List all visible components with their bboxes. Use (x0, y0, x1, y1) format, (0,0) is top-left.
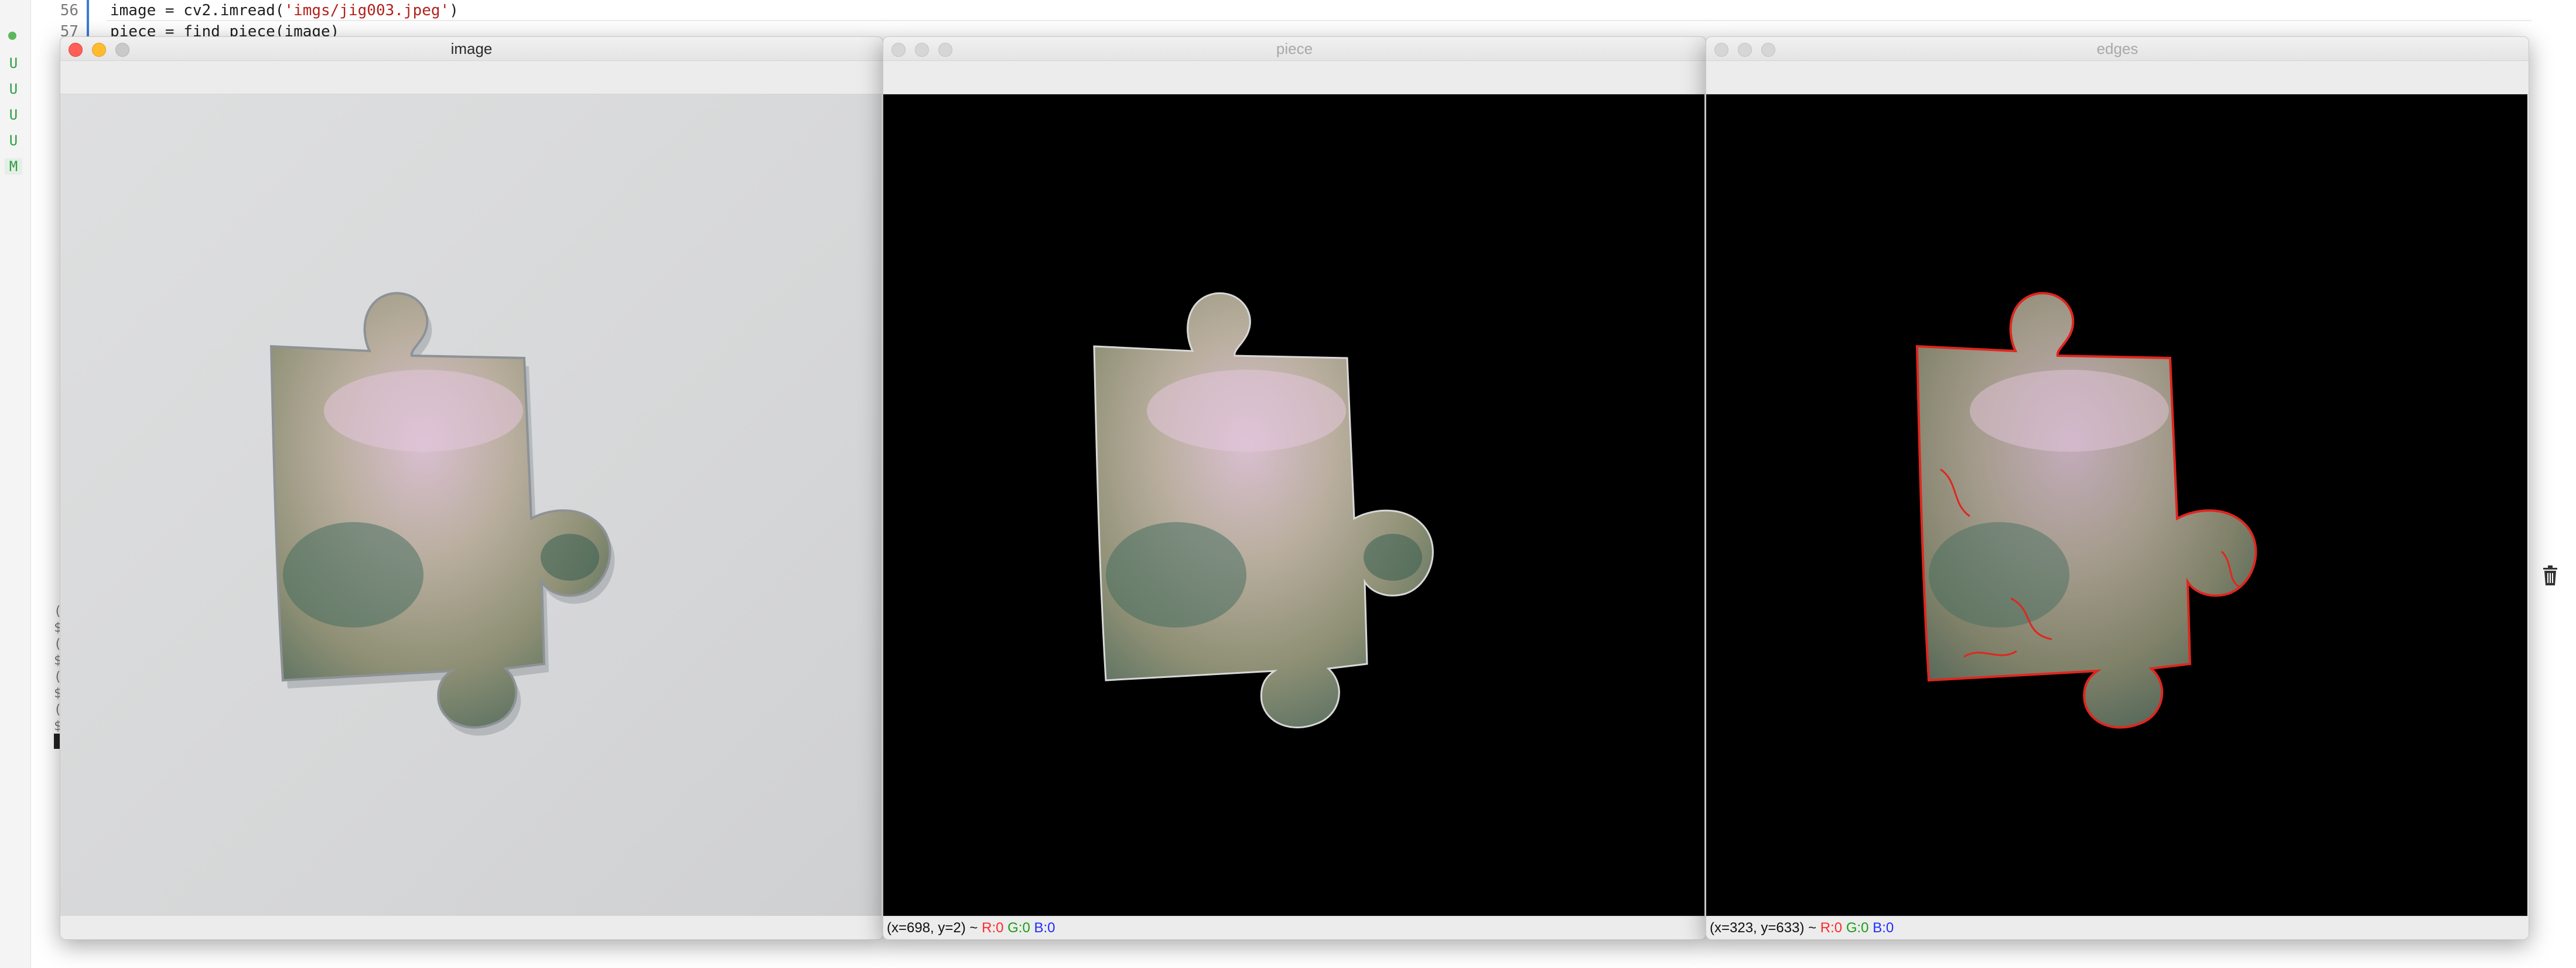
opencv-window-image[interactable]: image (60, 36, 883, 940)
window-titlebar[interactable]: image (60, 37, 883, 61)
git-status-marker: U (9, 107, 18, 123)
minimize-button[interactable] (92, 43, 106, 57)
line-divider (107, 20, 2531, 21)
window-title: image (450, 40, 493, 57)
piece-canvas[interactable] (883, 94, 1704, 916)
window-toolbar (1706, 61, 2529, 94)
code-text: image = cv2.imread( (110, 2, 285, 19)
minimize-button[interactable] (1738, 43, 1752, 57)
editor-gutter: U U U U M (0, 0, 31, 968)
pixel-red-value: R:0 (982, 920, 1004, 936)
puzzle-piece-mask (1093, 292, 1434, 728)
status-bar: (x=698, y=2) ~ R:0 G:0 B:0 (883, 916, 1706, 939)
git-status-marker: U (9, 81, 18, 97)
close-button[interactable] (891, 43, 906, 57)
window-title: edges (2096, 40, 2138, 57)
git-status-marker: M (5, 158, 22, 175)
status-bar: (x=323, y=633) ~ R:0 G:0 B:0 (1706, 916, 2529, 939)
puzzle-piece-edges (1916, 292, 2257, 729)
trash-icon[interactable] (2541, 565, 2560, 586)
image-canvas[interactable] (60, 94, 882, 916)
puzzle-piece-image (270, 292, 615, 736)
edges-canvas[interactable] (1706, 94, 2527, 916)
git-status-marker: U (9, 132, 18, 149)
pixel-blue-value: B:0 (1873, 920, 1894, 936)
window-title: piece (1276, 40, 1313, 57)
status-dot-icon (8, 32, 16, 40)
pixel-green-value: G:0 (1007, 920, 1030, 936)
close-button[interactable] (1714, 43, 1728, 57)
code-line[interactable]: 56 image = cv2.imread('imgs/jig003.jpeg') (30, 0, 459, 21)
maximize-button[interactable] (1761, 43, 1775, 57)
code-text: ) (449, 2, 459, 19)
code-editor[interactable]: 56 image = cv2.imread('imgs/jig003.jpeg')… (30, 0, 2549, 42)
window-toolbar (883, 61, 1706, 94)
pixel-red-value: R:0 (1820, 920, 1843, 936)
maximize-button[interactable] (115, 43, 129, 57)
pixel-green-value: G:0 (1846, 920, 1869, 936)
code-string: 'imgs/jig003.jpeg' (284, 2, 450, 19)
opencv-window-piece[interactable]: piece (x=698, y=2) ~ R:0 G:0 B:0 (883, 36, 1706, 940)
git-status-marker: U (9, 55, 18, 71)
maximize-button[interactable] (938, 43, 952, 57)
opencv-window-edges[interactable]: edges (x=323, y=633) ~ R:0 G:0 B:0 (1706, 36, 2529, 940)
window-titlebar[interactable]: edges (1706, 37, 2529, 61)
pixel-blue-value: B:0 (1034, 920, 1055, 936)
minimize-button[interactable] (915, 43, 929, 57)
line-number: 56 (30, 0, 89, 21)
window-titlebar[interactable]: piece (883, 37, 1706, 61)
close-button[interactable] (69, 43, 83, 57)
cursor-coordinates: (x=698, y=2) ~ (887, 920, 978, 936)
cursor-coordinates: (x=323, y=633) ~ (1710, 920, 1817, 936)
window-toolbar (60, 61, 883, 94)
